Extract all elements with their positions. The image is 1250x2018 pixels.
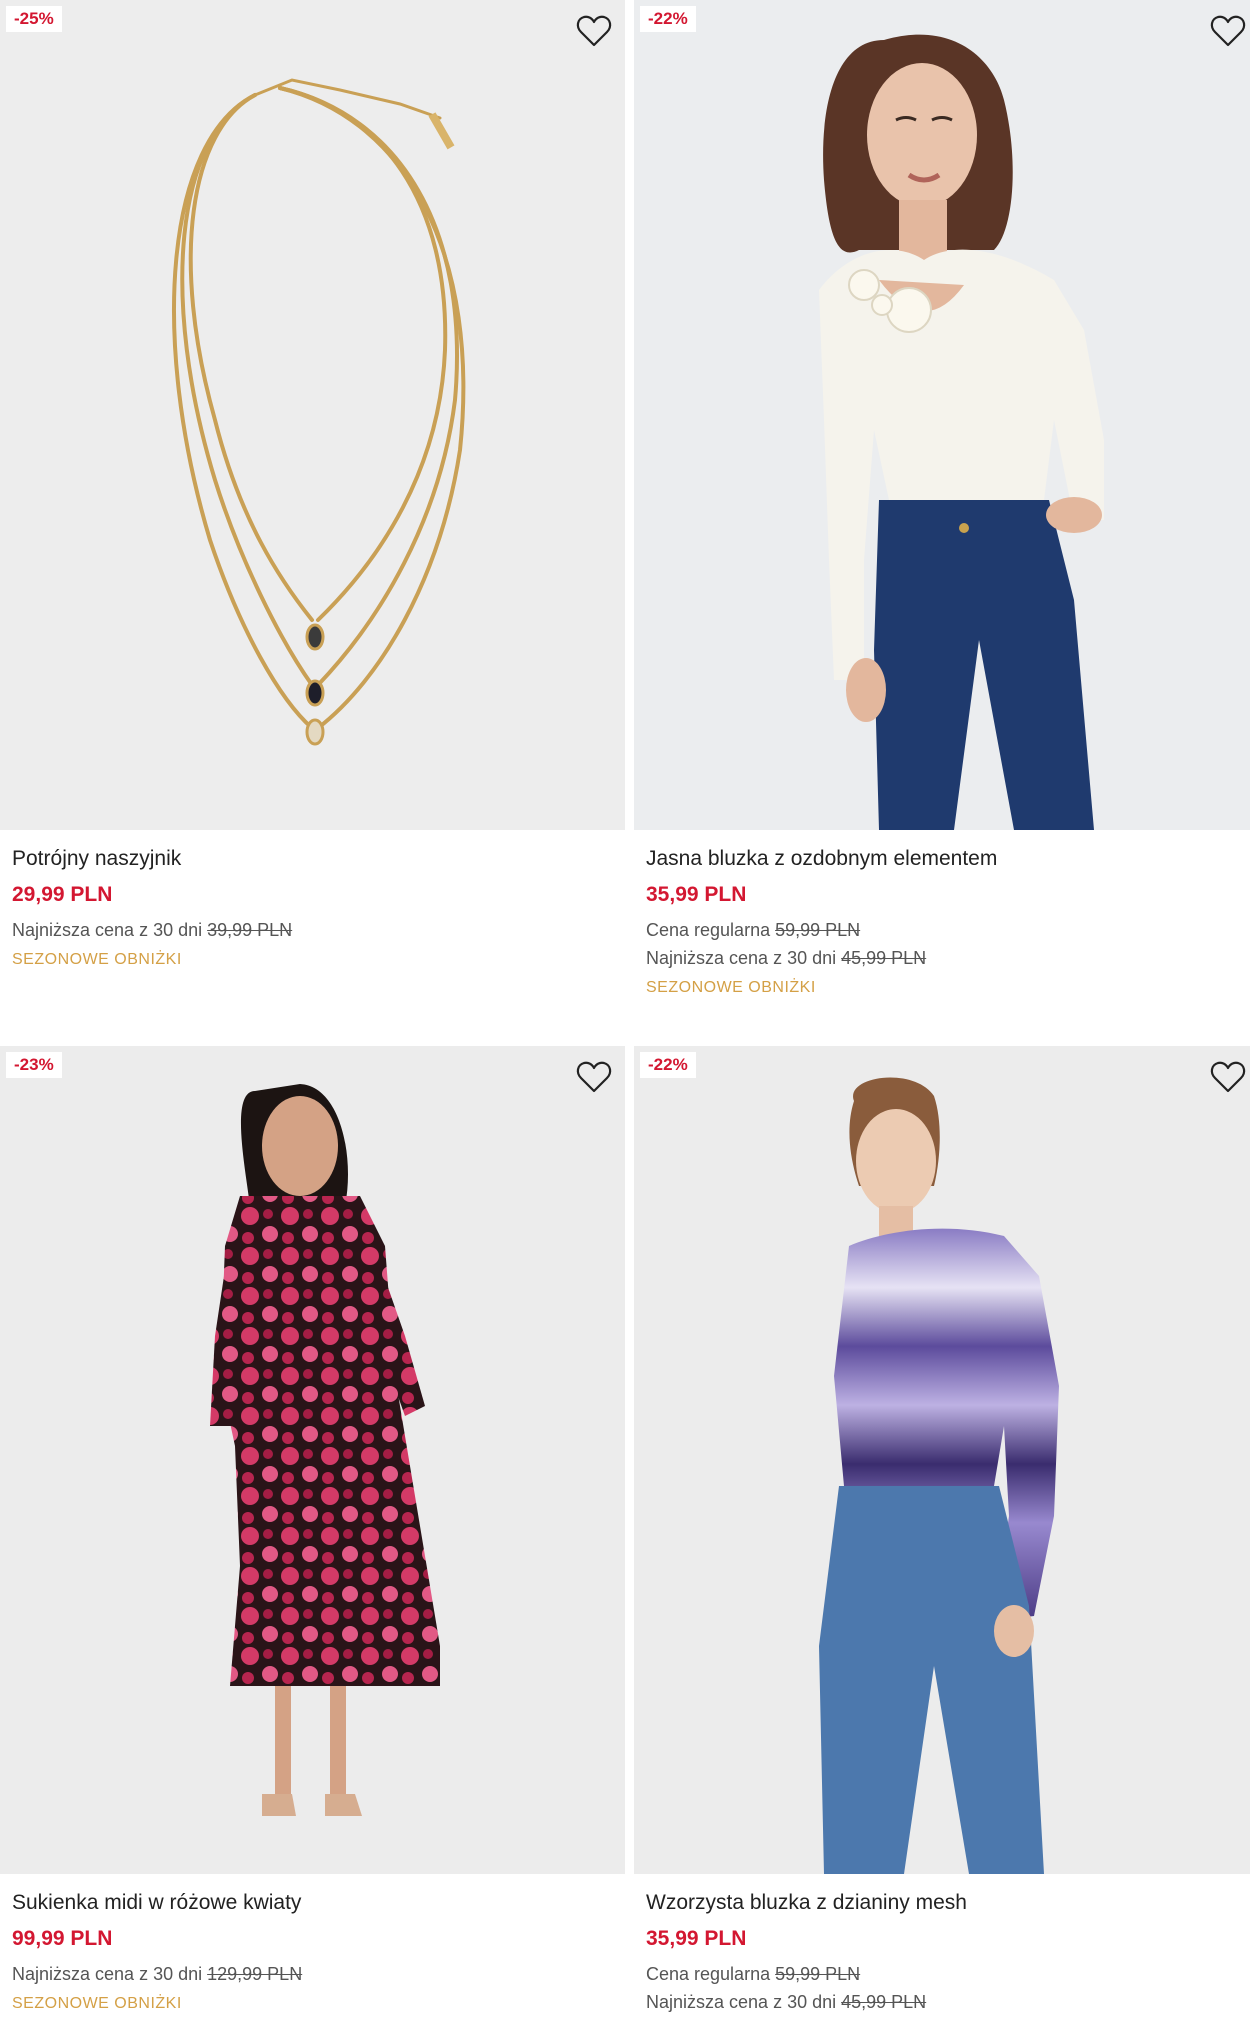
lowest-price-value: 129,99 PLN [207, 1964, 303, 1984]
promo-tag: SEZONOWE OBNIŻKI [646, 979, 816, 996]
discount-badge: -22% [640, 6, 696, 32]
regular-price-label: Cena regularna [646, 1964, 771, 1984]
model-floral-dress-image [0, 1046, 625, 1874]
lowest-price-line: Najniższa cena z 30 dni 129,99 PLN [12, 1960, 613, 1988]
product-card[interactable]: -25% Potrójny naszyjnik 29,99 PLN Najniż… [0, 0, 625, 974]
product-info: Jasna bluzka z ozdobnym elementem 35,99 … [634, 830, 1250, 1002]
heart-outline-icon[interactable] [575, 1058, 613, 1096]
lowest-price-label: Najniższa cena z 30 dni [12, 1964, 203, 1984]
product-name[interactable]: Wzorzysta bluzka z dzianiny mesh [646, 1890, 1247, 1916]
model-mesh-top-image [634, 1046, 1250, 1874]
discount-badge: -25% [6, 6, 62, 32]
product-info: Potrójny naszyjnik 29,99 PLN Najniższa c… [0, 830, 625, 974]
lowest-price-line: Najniższa cena z 30 dni 45,99 PLN [646, 1988, 1247, 2016]
discount-badge: -23% [6, 1052, 62, 1078]
product-price: 99,99 PLN [12, 1927, 113, 1950]
lowest-price-value: 39,99 PLN [207, 920, 293, 940]
product-image[interactable]: -23% [0, 1046, 625, 1874]
discount-badge: -22% [640, 1052, 696, 1078]
product-price: 29,99 PLN [12, 883, 113, 906]
product-image[interactable]: -25% [0, 0, 625, 830]
heart-outline-icon[interactable] [575, 12, 613, 50]
product-name[interactable]: Sukienka midi w różowe kwiaty [12, 1890, 613, 1916]
promo-tag: SEZONOWE OBNIŻKI [12, 1995, 182, 2012]
product-card[interactable]: -22% Wzorzysta bluzka z dzianiny mesh 35… [634, 1046, 1250, 2016]
lowest-price-label: Najniższa cena z 30 dni [646, 1992, 837, 2012]
regular-price-label: Cena regularna [646, 920, 771, 940]
product-card[interactable]: -23% Sukienka midi w różowe kwiaty 99,99… [0, 1046, 625, 2018]
regular-price-value: 59,99 PLN [775, 1964, 861, 1984]
product-name[interactable]: Jasna bluzka z ozdobnym elementem [646, 846, 1247, 872]
product-info: Wzorzysta bluzka z dzianiny mesh 35,99 P… [634, 1874, 1250, 2016]
promo-tag: SEZONOWE OBNIŻKI [12, 951, 182, 968]
lowest-price-label: Najniższa cena z 30 dni [12, 920, 203, 940]
regular-price-line: Cena regularna 59,99 PLN [646, 916, 1247, 944]
product-card[interactable]: -22% Jasna bluzka z ozdobnym elementem 3… [634, 0, 1250, 1002]
product-price: 35,99 PLN [646, 1927, 747, 1950]
heart-outline-icon[interactable] [1209, 12, 1247, 50]
regular-price-line: Cena regularna 59,99 PLN [646, 1960, 1247, 1988]
lowest-price-value: 45,99 PLN [841, 1992, 927, 2012]
lowest-price-value: 45,99 PLN [841, 948, 927, 968]
necklace-image [0, 0, 625, 830]
product-price: 35,99 PLN [646, 883, 747, 906]
product-name[interactable]: Potrójny naszyjnik [12, 846, 613, 872]
model-white-blouse-image [634, 0, 1250, 830]
regular-price-value: 59,99 PLN [775, 920, 861, 940]
product-image[interactable]: -22% [634, 1046, 1250, 1874]
product-image[interactable]: -22% [634, 0, 1250, 830]
lowest-price-label: Najniższa cena z 30 dni [646, 948, 837, 968]
lowest-price-line: Najniższa cena z 30 dni 45,99 PLN [646, 944, 1247, 972]
product-info: Sukienka midi w różowe kwiaty 99,99 PLN … [0, 1874, 625, 2018]
heart-outline-icon[interactable] [1209, 1058, 1247, 1096]
lowest-price-line: Najniższa cena z 30 dni 39,99 PLN [12, 916, 613, 944]
